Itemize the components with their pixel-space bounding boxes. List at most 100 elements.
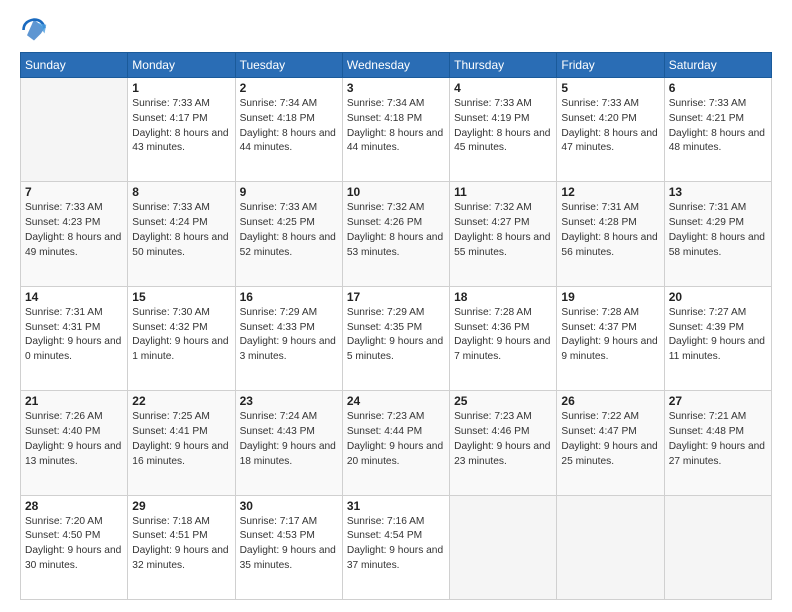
calendar-cell: 29 Sunrise: 7:18 AMSunset: 4:51 PMDaylig… — [128, 495, 235, 599]
calendar-cell: 30 Sunrise: 7:17 AMSunset: 4:53 PMDaylig… — [235, 495, 342, 599]
calendar-cell: 16 Sunrise: 7:29 AMSunset: 4:33 PMDaylig… — [235, 286, 342, 390]
day-number: 5 — [561, 81, 659, 95]
weekday-header-sunday: Sunday — [21, 53, 128, 78]
day-number: 4 — [454, 81, 552, 95]
day-number: 19 — [561, 290, 659, 304]
day-info: Sunrise: 7:31 AMSunset: 4:28 PMDaylight:… — [561, 201, 659, 260]
logo-icon — [20, 16, 48, 44]
calendar-cell: 10 Sunrise: 7:32 AMSunset: 4:26 PMDaylig… — [342, 182, 449, 286]
calendar-cell: 12 Sunrise: 7:31 AMSunset: 4:28 PMDaylig… — [557, 182, 664, 286]
calendar-cell: 4 Sunrise: 7:33 AMSunset: 4:19 PMDayligh… — [450, 78, 557, 182]
week-row-0: 1 Sunrise: 7:33 AMSunset: 4:17 PMDayligh… — [21, 78, 772, 182]
day-number: 23 — [240, 394, 338, 408]
day-number: 12 — [561, 185, 659, 199]
day-info: Sunrise: 7:25 AMSunset: 4:41 PMDaylight:… — [132, 410, 230, 469]
calendar-cell: 14 Sunrise: 7:31 AMSunset: 4:31 PMDaylig… — [21, 286, 128, 390]
calendar-body: 1 Sunrise: 7:33 AMSunset: 4:17 PMDayligh… — [21, 78, 772, 600]
calendar-cell: 23 Sunrise: 7:24 AMSunset: 4:43 PMDaylig… — [235, 391, 342, 495]
weekday-row: SundayMondayTuesdayWednesdayThursdayFrid… — [21, 53, 772, 78]
day-info: Sunrise: 7:26 AMSunset: 4:40 PMDaylight:… — [25, 410, 123, 469]
day-info: Sunrise: 7:23 AMSunset: 4:46 PMDaylight:… — [454, 410, 552, 469]
day-info: Sunrise: 7:16 AMSunset: 4:54 PMDaylight:… — [347, 515, 445, 574]
day-number: 25 — [454, 394, 552, 408]
day-info: Sunrise: 7:32 AMSunset: 4:26 PMDaylight:… — [347, 201, 445, 260]
day-info: Sunrise: 7:33 AMSunset: 4:20 PMDaylight:… — [561, 97, 659, 156]
weekday-header-monday: Monday — [128, 53, 235, 78]
day-number: 24 — [347, 394, 445, 408]
day-number: 29 — [132, 499, 230, 513]
weekday-header-wednesday: Wednesday — [342, 53, 449, 78]
day-number: 11 — [454, 185, 552, 199]
day-info: Sunrise: 7:17 AMSunset: 4:53 PMDaylight:… — [240, 515, 338, 574]
day-number: 16 — [240, 290, 338, 304]
day-number: 9 — [240, 185, 338, 199]
day-number: 15 — [132, 290, 230, 304]
weekday-header-thursday: Thursday — [450, 53, 557, 78]
calendar-cell: 17 Sunrise: 7:29 AMSunset: 4:35 PMDaylig… — [342, 286, 449, 390]
calendar-cell — [450, 495, 557, 599]
day-info: Sunrise: 7:34 AMSunset: 4:18 PMDaylight:… — [240, 97, 338, 156]
page: SundayMondayTuesdayWednesdayThursdayFrid… — [0, 0, 792, 612]
day-info: Sunrise: 7:28 AMSunset: 4:37 PMDaylight:… — [561, 306, 659, 365]
day-number: 28 — [25, 499, 123, 513]
calendar-cell — [664, 495, 771, 599]
day-info: Sunrise: 7:31 AMSunset: 4:31 PMDaylight:… — [25, 306, 123, 365]
day-number: 10 — [347, 185, 445, 199]
calendar-cell: 31 Sunrise: 7:16 AMSunset: 4:54 PMDaylig… — [342, 495, 449, 599]
weekday-header-friday: Friday — [557, 53, 664, 78]
day-info: Sunrise: 7:30 AMSunset: 4:32 PMDaylight:… — [132, 306, 230, 365]
calendar-cell: 1 Sunrise: 7:33 AMSunset: 4:17 PMDayligh… — [128, 78, 235, 182]
day-number: 30 — [240, 499, 338, 513]
day-number: 3 — [347, 81, 445, 95]
day-number: 31 — [347, 499, 445, 513]
calendar-cell: 20 Sunrise: 7:27 AMSunset: 4:39 PMDaylig… — [664, 286, 771, 390]
calendar-cell — [21, 78, 128, 182]
calendar-cell: 13 Sunrise: 7:31 AMSunset: 4:29 PMDaylig… — [664, 182, 771, 286]
calendar-cell: 27 Sunrise: 7:21 AMSunset: 4:48 PMDaylig… — [664, 391, 771, 495]
day-info: Sunrise: 7:33 AMSunset: 4:25 PMDaylight:… — [240, 201, 338, 260]
day-number: 18 — [454, 290, 552, 304]
calendar-cell: 3 Sunrise: 7:34 AMSunset: 4:18 PMDayligh… — [342, 78, 449, 182]
logo — [20, 16, 52, 44]
calendar-cell: 15 Sunrise: 7:30 AMSunset: 4:32 PMDaylig… — [128, 286, 235, 390]
calendar-cell: 7 Sunrise: 7:33 AMSunset: 4:23 PMDayligh… — [21, 182, 128, 286]
calendar-table: SundayMondayTuesdayWednesdayThursdayFrid… — [20, 52, 772, 600]
day-info: Sunrise: 7:34 AMSunset: 4:18 PMDaylight:… — [347, 97, 445, 156]
day-info: Sunrise: 7:33 AMSunset: 4:24 PMDaylight:… — [132, 201, 230, 260]
calendar-cell: 28 Sunrise: 7:20 AMSunset: 4:50 PMDaylig… — [21, 495, 128, 599]
calendar-cell: 25 Sunrise: 7:23 AMSunset: 4:46 PMDaylig… — [450, 391, 557, 495]
day-info: Sunrise: 7:20 AMSunset: 4:50 PMDaylight:… — [25, 515, 123, 574]
calendar-cell: 5 Sunrise: 7:33 AMSunset: 4:20 PMDayligh… — [557, 78, 664, 182]
day-info: Sunrise: 7:24 AMSunset: 4:43 PMDaylight:… — [240, 410, 338, 469]
day-info: Sunrise: 7:33 AMSunset: 4:21 PMDaylight:… — [669, 97, 767, 156]
day-number: 20 — [669, 290, 767, 304]
calendar-cell: 26 Sunrise: 7:22 AMSunset: 4:47 PMDaylig… — [557, 391, 664, 495]
calendar-cell: 11 Sunrise: 7:32 AMSunset: 4:27 PMDaylig… — [450, 182, 557, 286]
calendar-cell: 2 Sunrise: 7:34 AMSunset: 4:18 PMDayligh… — [235, 78, 342, 182]
day-number: 22 — [132, 394, 230, 408]
weekday-header-tuesday: Tuesday — [235, 53, 342, 78]
day-number: 14 — [25, 290, 123, 304]
day-info: Sunrise: 7:29 AMSunset: 4:35 PMDaylight:… — [347, 306, 445, 365]
calendar-cell: 21 Sunrise: 7:26 AMSunset: 4:40 PMDaylig… — [21, 391, 128, 495]
calendar-cell: 6 Sunrise: 7:33 AMSunset: 4:21 PMDayligh… — [664, 78, 771, 182]
calendar-cell: 9 Sunrise: 7:33 AMSunset: 4:25 PMDayligh… — [235, 182, 342, 286]
calendar-cell: 24 Sunrise: 7:23 AMSunset: 4:44 PMDaylig… — [342, 391, 449, 495]
week-row-2: 14 Sunrise: 7:31 AMSunset: 4:31 PMDaylig… — [21, 286, 772, 390]
day-info: Sunrise: 7:31 AMSunset: 4:29 PMDaylight:… — [669, 201, 767, 260]
day-info: Sunrise: 7:21 AMSunset: 4:48 PMDaylight:… — [669, 410, 767, 469]
day-number: 27 — [669, 394, 767, 408]
calendar-cell — [557, 495, 664, 599]
calendar-cell: 19 Sunrise: 7:28 AMSunset: 4:37 PMDaylig… — [557, 286, 664, 390]
calendar-cell: 22 Sunrise: 7:25 AMSunset: 4:41 PMDaylig… — [128, 391, 235, 495]
weekday-header-saturday: Saturday — [664, 53, 771, 78]
header — [20, 16, 772, 44]
day-number: 21 — [25, 394, 123, 408]
day-number: 7 — [25, 185, 123, 199]
day-number: 8 — [132, 185, 230, 199]
week-row-4: 28 Sunrise: 7:20 AMSunset: 4:50 PMDaylig… — [21, 495, 772, 599]
day-info: Sunrise: 7:27 AMSunset: 4:39 PMDaylight:… — [669, 306, 767, 365]
day-info: Sunrise: 7:28 AMSunset: 4:36 PMDaylight:… — [454, 306, 552, 365]
day-info: Sunrise: 7:33 AMSunset: 4:23 PMDaylight:… — [25, 201, 123, 260]
day-number: 6 — [669, 81, 767, 95]
